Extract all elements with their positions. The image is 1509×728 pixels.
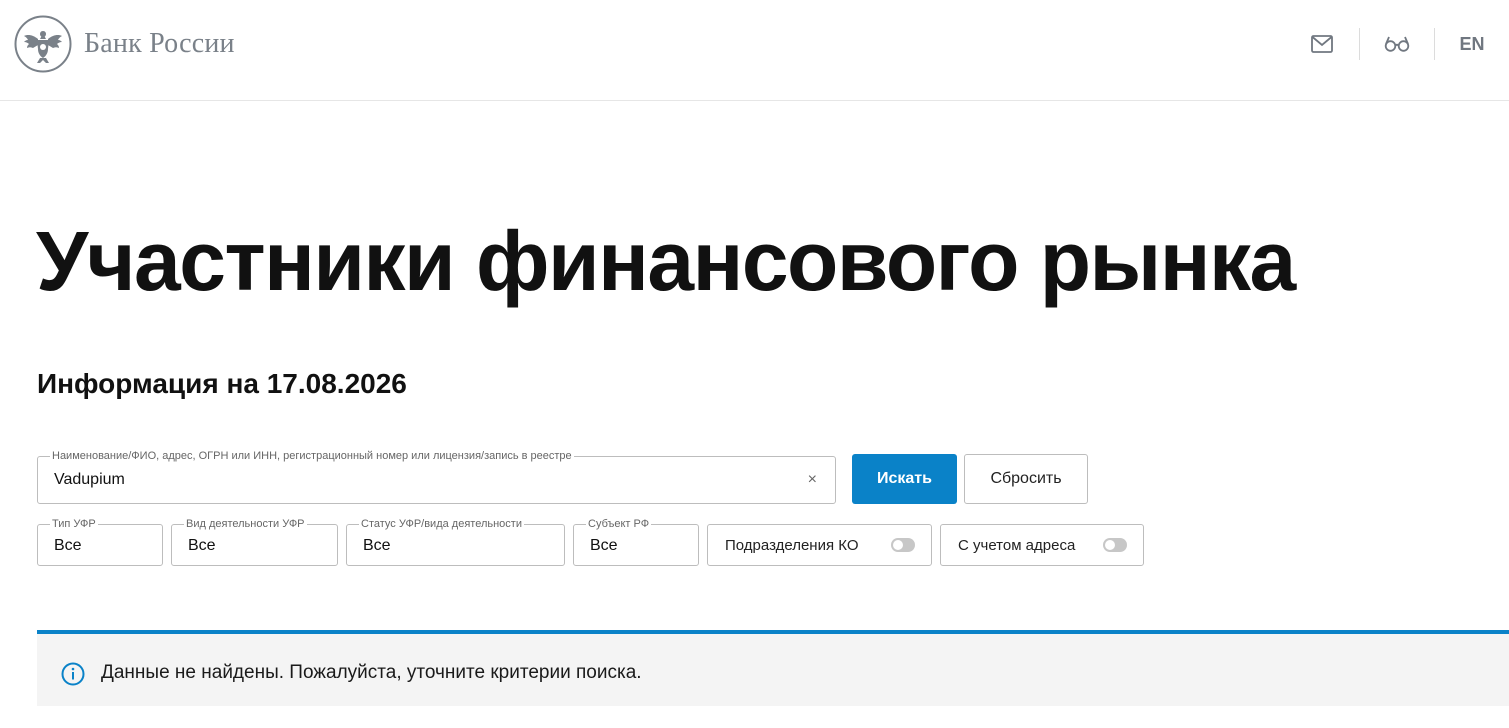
- filter-status[interactable]: Статус УФР/вида деятельности Все: [346, 517, 565, 566]
- logo-text: Банк России: [84, 28, 235, 59]
- filter-value: Все: [363, 537, 391, 554]
- toggle-label: С учетом адреса: [958, 536, 1076, 554]
- filter-ufr-type[interactable]: Тип УФР Все: [37, 517, 163, 566]
- clear-search-icon[interactable]: ×: [808, 471, 817, 489]
- toggle-knob: [1105, 540, 1115, 550]
- filter-value: Все: [590, 537, 618, 554]
- filter-region[interactable]: Субъект РФ Все: [573, 517, 699, 566]
- toggle-switch[interactable]: [1103, 538, 1127, 552]
- search-input-value[interactable]: Vadupium: [54, 471, 125, 489]
- info-date-heading: Информация на 17.08.2026: [37, 368, 407, 399]
- double-headed-eagle-emblem: [14, 15, 72, 73]
- glasses-icon: [1384, 36, 1410, 52]
- notice-text: Данные не найдены. Пожалуйста, уточните …: [101, 662, 642, 683]
- feedback-button[interactable]: [1285, 28, 1359, 60]
- filter-value: Все: [54, 537, 82, 554]
- search-input[interactable]: Наименование/ФИО, адрес, ОГРН или ИНН, р…: [37, 449, 836, 504]
- reset-button[interactable]: Сбросить: [964, 454, 1088, 504]
- accessibility-button[interactable]: [1360, 28, 1434, 60]
- info-icon: [61, 662, 85, 686]
- language-switch[interactable]: EN: [1435, 28, 1509, 60]
- filter-label: Тип УФР: [50, 517, 98, 531]
- filter-value: Все: [188, 537, 216, 554]
- site-logo[interactable]: Банк России: [14, 15, 235, 73]
- search-button[interactable]: Искать: [852, 454, 957, 504]
- header-actions: EN: [1285, 28, 1509, 60]
- mail-icon: [1311, 35, 1333, 53]
- toggle-knob: [893, 540, 903, 550]
- page-title: Участники финансового рынка: [36, 214, 1296, 308]
- filter-activity-type[interactable]: Вид деятельности УФР Все: [171, 517, 338, 566]
- filter-label: Статус УФР/вида деятельности: [359, 517, 524, 531]
- filter-label: Вид деятельности УФР: [184, 517, 307, 531]
- toggle-label: Подразделения КО: [725, 536, 859, 554]
- search-input-label: Наименование/ФИО, адрес, ОГРН или ИНН, р…: [50, 449, 574, 463]
- toggle-with-address[interactable]: С учетом адреса: [940, 524, 1144, 566]
- toggle-switch[interactable]: [891, 538, 915, 552]
- filter-label: Субъект РФ: [586, 517, 652, 531]
- site-header: Банк России EN: [0, 0, 1509, 101]
- toggle-ko-branches[interactable]: Подразделения КО: [707, 524, 932, 566]
- no-results-notice: Данные не найдены. Пожалуйста, уточните …: [37, 630, 1509, 706]
